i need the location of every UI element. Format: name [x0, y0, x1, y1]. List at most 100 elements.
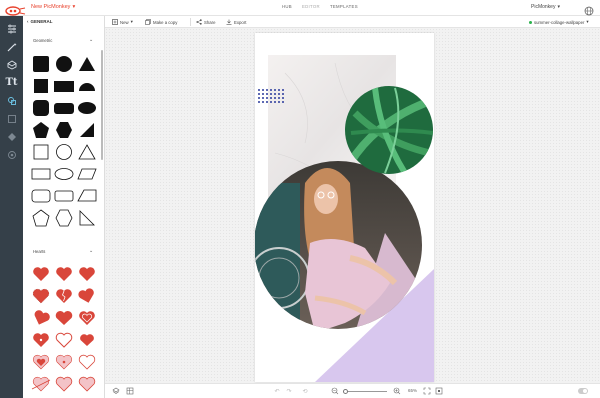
nav-templates[interactable]: TEMPLATES [330, 4, 358, 9]
texture-icon[interactable] [5, 130, 18, 143]
document-name: summer-collage-wallpaper [534, 19, 585, 25]
heart-pink-patterned[interactable] [31, 352, 51, 372]
account-menu[interactable]: PicMonkey ▾ [531, 4, 560, 10]
heart-solid[interactable] [31, 264, 51, 284]
heart-solid-2[interactable] [54, 264, 74, 284]
new-file-icon [112, 19, 118, 25]
themes-icon[interactable] [5, 148, 18, 161]
shape-triangle-outline[interactable] [77, 142, 97, 162]
chevron-down-icon: ▾ [586, 19, 589, 24]
redo-icon[interactable]: ↷ [285, 387, 293, 395]
shape-square-outline[interactable] [31, 142, 51, 162]
heart-tilted[interactable] [77, 286, 97, 306]
zoom-in-icon[interactable] [393, 387, 401, 395]
heart-arrow[interactable] [31, 374, 51, 394]
shape-pentagon[interactable] [31, 120, 51, 140]
chevron-down-icon[interactable]: ⌄ [89, 37, 93, 43]
heart-outline-inner[interactable] [77, 308, 97, 328]
make-copy-label: Make a copy [153, 19, 178, 25]
geometric-shape-grid [31, 54, 97, 244]
shape-triangle[interactable] [77, 54, 97, 74]
new-label: New [120, 19, 129, 25]
shape-square[interactable] [31, 76, 51, 96]
shape-right-triangle[interactable] [77, 120, 97, 140]
shape-hexagon[interactable] [54, 120, 74, 140]
download-icon [226, 19, 232, 25]
shape-rounded-rect-outline[interactable] [31, 186, 51, 206]
shape-circle[interactable] [54, 54, 74, 74]
frame-icon[interactable] [5, 112, 18, 125]
shape-rounded-square[interactable] [31, 54, 51, 74]
zoom-out-icon[interactable] [331, 387, 339, 395]
project-title: New PicMonkey [31, 4, 71, 10]
heart-pink-solid-2[interactable] [77, 374, 97, 394]
saved-status-dot [529, 20, 532, 24]
graphics-panel: ‹ GENERAL Geometric ⌄ Hearts ⌄ [23, 16, 105, 398]
shape-pentagon-outline[interactable] [31, 208, 51, 228]
shape-right-triangle-outline[interactable] [77, 208, 97, 228]
shape-rectangle[interactable] [54, 76, 74, 96]
undo-icon[interactable]: ↶ [273, 387, 281, 395]
canvas-area[interactable] [105, 28, 600, 383]
heart-pink-solid[interactable] [54, 374, 74, 394]
section-title-hearts: Hearts [33, 249, 46, 254]
copy-icon [145, 19, 151, 25]
share-icon [196, 19, 202, 25]
shape-rounded-rectangle[interactable] [54, 98, 74, 118]
shape-ellipse[interactable] [77, 98, 97, 118]
shape-ellipse-outline[interactable] [54, 164, 74, 184]
nav-editor[interactable]: EDITOR [302, 4, 320, 9]
text-icon[interactable]: Tt [5, 76, 18, 89]
magic-wand-icon[interactable] [5, 40, 18, 53]
shape-rounded-rect-outline-2[interactable] [54, 186, 74, 206]
zoom-slider[interactable] [343, 389, 387, 394]
heart-outline[interactable] [54, 330, 74, 350]
graphics-icon[interactable] [5, 94, 18, 107]
shape-circle-outline[interactable] [54, 142, 74, 162]
shape-rectangle-outline[interactable] [31, 164, 51, 184]
make-copy-button[interactable]: Make a copy [145, 19, 177, 25]
artboard[interactable] [255, 33, 434, 382]
shape-parallelogram-outline[interactable] [77, 164, 97, 184]
heart-lock[interactable] [31, 330, 51, 350]
heart-scalloped[interactable] [31, 286, 51, 306]
export-button[interactable]: Export [226, 19, 246, 25]
heart-pink-lock[interactable] [54, 352, 74, 372]
toolbar-divider [190, 18, 191, 26]
document-name-dropdown[interactable]: summer-collage-wallpaper ▾ [529, 19, 589, 25]
project-title-dropdown[interactable]: New PicMonkey ▾ [31, 4, 75, 10]
layers-icon[interactable] [112, 387, 120, 395]
zoom-slider-knob[interactable] [343, 389, 348, 394]
export-label: Export [234, 19, 247, 25]
heart-round[interactable] [54, 308, 74, 328]
new-button[interactable]: New ▾ [112, 19, 133, 25]
shape-trapezoid-outline[interactable] [77, 186, 97, 206]
share-button[interactable]: Share [196, 19, 215, 25]
heart-broken[interactable] [54, 286, 74, 306]
grid-icon[interactable] [126, 387, 134, 395]
layers-icon[interactable] [5, 58, 18, 71]
actual-size-icon[interactable] [435, 387, 443, 395]
history-icon[interactable]: ⟲ [301, 387, 309, 395]
chevron-down-icon[interactable]: ⌄ [89, 248, 93, 254]
shape-rounded-square-2[interactable] [31, 98, 51, 118]
panel-back-button[interactable]: ‹ GENERAL [27, 19, 53, 24]
fit-screen-icon[interactable] [423, 387, 431, 395]
zoom-level: 65% [408, 388, 418, 393]
chevron-down-icon: ▾ [72, 4, 76, 10]
hearts-grid [31, 264, 97, 398]
heart-leaning[interactable] [31, 308, 51, 328]
shape-half-circle[interactable] [77, 76, 97, 96]
nav-hub[interactable]: HUB [282, 4, 292, 9]
shape-hexagon-outline[interactable] [54, 208, 74, 228]
panel-title: GENERAL [30, 19, 53, 24]
dark-mode-toggle[interactable] [578, 388, 588, 394]
top-bar: New PicMonkey ▾ HUB EDITOR TEMPLATES Pic… [0, 0, 600, 16]
editor-toolbar: New ▾ Make a copy Share Export summer-co… [105, 16, 600, 28]
heart-pink-outline[interactable] [77, 352, 97, 372]
panel-scrollbar[interactable] [101, 50, 103, 160]
sliders-icon[interactable] [5, 22, 18, 35]
heart-solid-3[interactable] [77, 264, 97, 284]
heart-rounded[interactable] [77, 330, 97, 350]
top-nav: HUB EDITOR TEMPLATES [282, 4, 358, 9]
